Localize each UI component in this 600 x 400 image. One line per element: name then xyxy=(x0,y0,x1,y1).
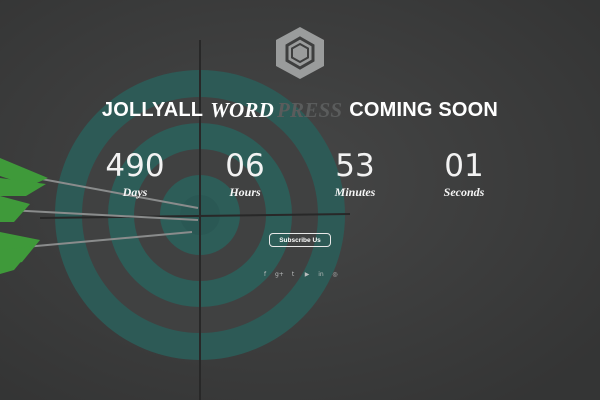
days-label: Days xyxy=(122,185,148,199)
countdown-minutes: 53 Minutes xyxy=(305,148,405,200)
logo xyxy=(273,26,327,80)
title-word-jollyall: JOLLYALL xyxy=(101,98,204,121)
countdown-hours: 06 Hours xyxy=(195,148,295,200)
subscribe-button[interactable]: Subscribe Us xyxy=(269,233,331,247)
title-word-coming-soon: COMING SOON xyxy=(349,98,499,121)
dribbble-icon[interactable]: ◎ xyxy=(331,271,339,279)
google-plus-icon[interactable]: g+ xyxy=(275,271,284,279)
title-word-press: PRESS xyxy=(277,97,343,122)
countdown-seconds: 01 Seconds xyxy=(414,148,514,200)
youtube-icon[interactable]: ▶ xyxy=(303,271,311,279)
minutes-label: Minutes xyxy=(334,185,376,199)
seconds-label: Seconds xyxy=(443,185,485,199)
hours-label: Hours xyxy=(229,185,261,199)
minutes-value: 53 xyxy=(335,148,375,184)
days-value: 490 xyxy=(105,148,165,184)
linkedin-icon[interactable]: in xyxy=(317,271,325,279)
twitter-icon[interactable]: t xyxy=(289,271,297,279)
countdown-timer: 490 Days 06 Hours 53 Minutes 01 Seconds xyxy=(0,148,600,208)
countdown-days: 490 Days xyxy=(85,148,185,200)
seconds-value: 01 xyxy=(444,148,484,184)
hexagon-logo-icon xyxy=(276,27,324,79)
social-links: f g+ t ▶ in ◎ xyxy=(0,271,600,281)
hours-value: 06 xyxy=(225,148,265,184)
page-title: JOLLYALL WORD PRESS COMING SOON xyxy=(0,96,600,124)
facebook-icon[interactable]: f xyxy=(261,271,269,279)
title-word-word: WORD xyxy=(210,97,274,122)
